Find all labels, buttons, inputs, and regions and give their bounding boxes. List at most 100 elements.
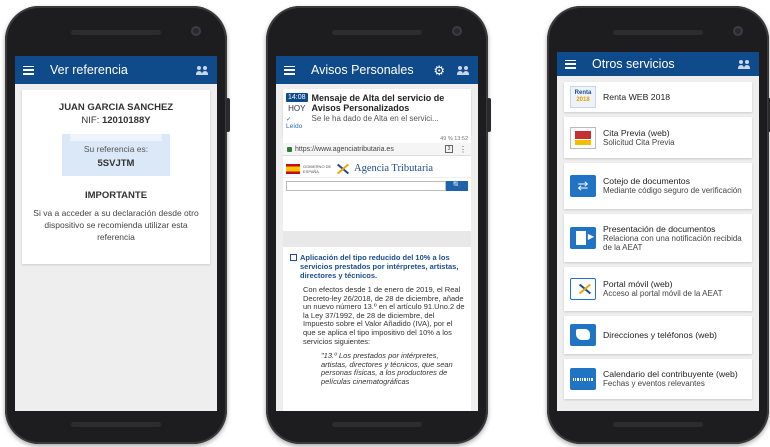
page-title: Avisos Personales <box>311 63 414 77</box>
bottom-speaker <box>613 422 703 427</box>
app-bar: Otros servicios <box>557 52 759 76</box>
news-article: Aplicación del tipo reducido del 10% a l… <box>283 247 471 411</box>
service-title: Direcciones y teléfonos (web) <box>603 330 717 340</box>
article-text: Con efectos desde 1 de enero de 2019, el… <box>303 285 465 346</box>
taxpayer-nif: NIF: 12010188Y <box>22 115 210 126</box>
menu-icon[interactable] <box>284 65 295 75</box>
aeat-logo-icon <box>570 278 596 300</box>
notification-meta: 14:08 HOY ✓ Leído <box>286 93 308 131</box>
page-title: Ver referencia <box>50 63 128 77</box>
site-search-input[interactable] <box>286 181 446 191</box>
notification-item[interactable]: 14:08 HOY ✓ Leído Mensaje de Alta del se… <box>283 89 471 135</box>
earpiece <box>332 30 422 35</box>
screen-ver-referencia: Ver referencia JUAN GARCIA SANCHEZ NIF: … <box>15 56 217 411</box>
reference-card: JUAN GARCIA SANCHEZ NIF: 12010188Y Su re… <box>22 90 210 264</box>
swap-icon: ⇄ <box>570 175 596 197</box>
service-title: Cita Previa (web) <box>603 127 670 138</box>
taxpayer-name: JUAN GARCIA SANCHEZ <box>58 102 174 113</box>
important-text: Si va a acceder a su declaración desde o… <box>33 208 199 242</box>
map-icon <box>570 324 596 346</box>
phone-frame-1: Ver referencia JUAN GARCIA SANCHEZ NIF: … <box>5 6 230 444</box>
aeat-header: GOBIERNO DE ESPAÑA Agencia Tributaria <box>283 160 471 178</box>
service-calendario-contribuyente[interactable]: Calendario del contribuyente (web) Fechas… <box>564 359 752 399</box>
gear-icon[interactable]: ⚙ <box>433 64 445 77</box>
search-icon[interactable]: 🔍 <box>446 181 468 191</box>
power-button <box>226 98 230 132</box>
screen-avisos-personales: Avisos Personales ⚙ 14:08 HOY ✓ Leído Me… <box>276 56 478 411</box>
spain-flag-icon <box>286 163 300 174</box>
document-send-icon <box>570 227 596 249</box>
menu-icon[interactable] <box>565 59 576 69</box>
phone-frame-2: Avisos Personales ⚙ 14:08 HOY ✓ Leído Me… <box>266 6 491 444</box>
read-status-label: Leído <box>286 123 303 130</box>
divider-band <box>283 231 471 247</box>
front-camera <box>191 26 201 36</box>
gov-text: GOBIERNO DE ESPAÑA <box>303 163 332 174</box>
nif-value: 12010188Y <box>101 115 151 126</box>
service-subtitle: Acceso al portal móvil de la AEAT <box>603 289 723 299</box>
users-icon[interactable] <box>738 59 751 69</box>
reference-label: Su referencia es: <box>83 144 149 154</box>
service-cotejo-documentos[interactable]: ⇄ Cotejo de documentos Mediante código se… <box>564 163 752 209</box>
service-title: Cotejo de documentos <box>603 176 690 187</box>
service-presentacion-documentos[interactable]: Presentación de documentosRelaciona con … <box>564 214 752 262</box>
url-text[interactable]: https://www.agenciatributaria.es <box>295 146 445 153</box>
menu-icon[interactable] <box>23 65 34 75</box>
earpiece <box>71 30 161 35</box>
more-options-icon[interactable]: ⋮ <box>459 145 467 154</box>
agency-name: Agencia Tributaria <box>354 163 434 174</box>
notification-status: ✓ Leído <box>286 116 303 130</box>
lock-icon <box>287 146 292 152</box>
front-camera <box>733 26 743 36</box>
article-title[interactable]: Aplicación del tipo reducido del 10% a l… <box>289 253 465 280</box>
app-bar: Avisos Personales ⚙ <box>276 56 478 84</box>
notification-body: Mensaje de Alta del servicio de Avisos P… <box>308 93 472 131</box>
important-title: IMPORTANTE <box>84 190 148 201</box>
tabs-count-icon[interactable]: 3 <box>445 145 453 153</box>
service-direcciones-telefonos[interactable]: Direcciones y teléfonos (web) <box>564 316 752 354</box>
service-title: Calendario del contribuyente (web) <box>603 369 738 380</box>
service-title: Presentación de documentos <box>603 223 716 234</box>
service-cita-previa[interactable]: Cita Previa (web) Solicitud Cita Previa <box>564 117 752 158</box>
bottom-speaker <box>332 422 422 427</box>
service-subtitle: Solicitud Cita Previa <box>603 137 675 147</box>
reference-box-top <box>70 134 162 141</box>
earpiece <box>613 30 703 35</box>
site-search-row: 🔍 <box>283 178 471 194</box>
url-bar[interactable]: https://www.agenciatributaria.es 3 ⋮ <box>283 143 471 156</box>
notification-subtitle: Se le ha dado de Alta en el servici... <box>311 114 439 123</box>
renta-icon-text: Renta <box>574 90 592 96</box>
users-icon[interactable] <box>196 65 209 75</box>
notification-title: Mensaje de Alta del servicio de Avisos P… <box>311 93 445 113</box>
renta-icon: Renta 2018 <box>570 86 596 108</box>
page-title: Otros servicios <box>592 57 675 71</box>
embedded-browser: 49 % 13:52 https://www.agenciatributaria… <box>283 135 471 231</box>
cita-previa-icon <box>570 126 596 149</box>
bottom-speaker <box>71 422 161 427</box>
browser-status-bar: 49 % 13:52 <box>440 136 468 142</box>
reference-box: Su referencia es: 5SVJTM <box>62 134 170 176</box>
article-quote: "13.º Los prestados por intérpretes, art… <box>321 351 453 386</box>
services-list: Renta 2018 Renta WEB 2018 Cita Previa (we… <box>557 76 759 399</box>
renta-icon-year: 2018 <box>576 97 590 103</box>
service-subtitle: Relaciona con una notificación recibida … <box>603 233 742 253</box>
notification-time: 14:08 <box>286 93 308 102</box>
phone-frame-3: Otros servicios Renta 2018 Renta WEB 2018… <box>547 6 770 444</box>
service-title: Renta WEB 2018 <box>603 92 671 102</box>
service-subtitle: Mediante código seguro de verificación <box>603 186 742 196</box>
aeat-logo-icon <box>336 163 350 175</box>
service-title: Portal móvil (web) <box>603 279 673 290</box>
users-icon[interactable] <box>457 65 470 75</box>
app-bar: Ver referencia <box>15 56 217 84</box>
service-renta-web[interactable]: Renta 2018 Renta WEB 2018 <box>564 82 752 112</box>
calendar-icon <box>570 368 596 390</box>
front-camera <box>452 26 462 36</box>
aeat-chevron-icon <box>578 283 592 295</box>
service-subtitle: Fechas y eventos relevantes <box>603 379 705 389</box>
reference-code: 5SVJTM <box>97 158 135 169</box>
power-button <box>487 98 491 132</box>
service-portal-movil[interactable]: Portal móvil (web) Acceso al portal móvil… <box>564 267 752 311</box>
screen-otros-servicios: Otros servicios Renta 2018 Renta WEB 2018… <box>557 52 759 411</box>
nif-label: NIF: <box>81 115 102 126</box>
notification-day: HOY <box>288 104 306 113</box>
